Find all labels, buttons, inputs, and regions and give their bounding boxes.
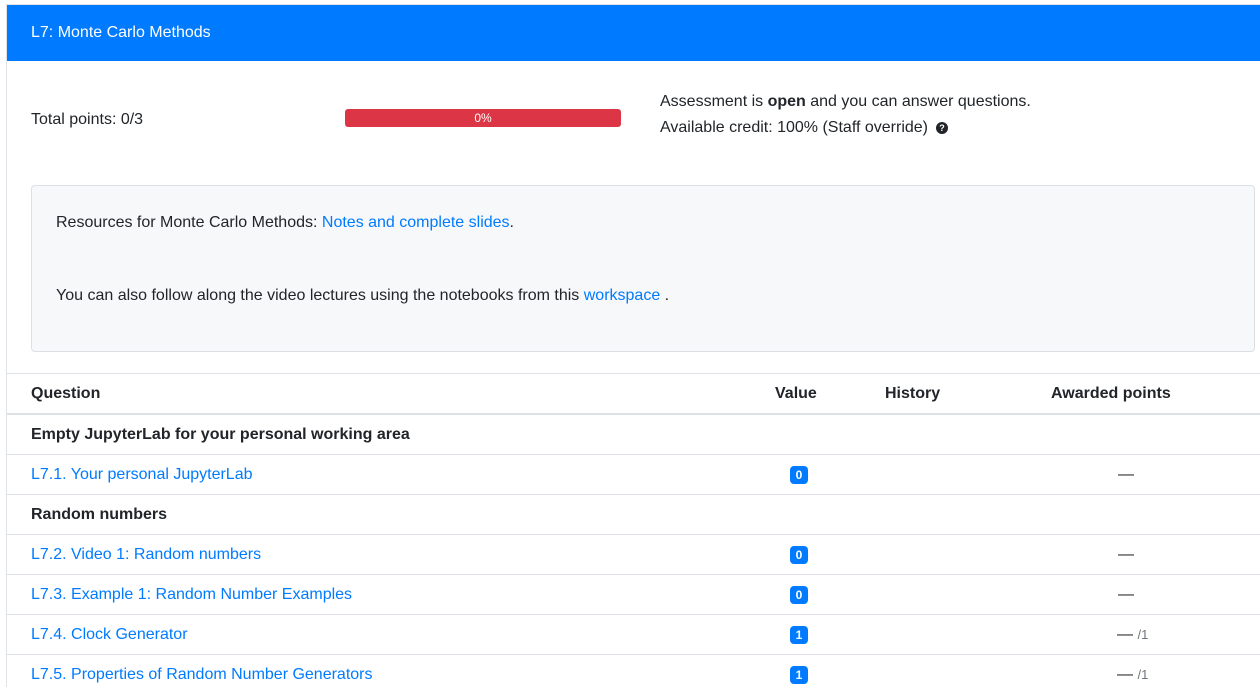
resources-line: Resources for Monte Carlo Methods: Notes…	[56, 214, 514, 232]
question-link[interactable]: L7.5. Properties of Random Number Genera…	[31, 666, 373, 684]
score-progress-bar: 0%	[345, 109, 621, 127]
workspace-link[interactable]: workspace	[584, 287, 660, 304]
status-prefix: Assessment is	[660, 93, 768, 110]
value-badge: 1	[790, 665, 808, 684]
resources-text: Resources for Monte Carlo Methods:	[56, 214, 322, 231]
open-status-line: Assessment is open and you can answer qu…	[660, 89, 1031, 115]
table-row: L7.3. Example 1: Random Number Examples 0…	[7, 574, 1260, 614]
group-title: Random numbers	[31, 505, 168, 523]
assessment-title: L7: Monte Carlo Methods	[31, 24, 211, 41]
table-group-row: Empty JupyterLab for your personal worki…	[7, 414, 1260, 454]
resources-box: Resources for Monte Carlo Methods: Notes…	[31, 185, 1255, 352]
question-link[interactable]: L7.3. Example 1: Random Number Examples	[31, 586, 352, 604]
awarded-points: — /1	[1117, 626, 1148, 644]
table-row: L7.1. Your personal JupyterLab 0 —	[7, 454, 1260, 494]
max-points: /1	[1137, 626, 1149, 642]
awarded-points: —	[1118, 466, 1134, 484]
assessment-card: L7: Monte Carlo Methods Total points: 0/…	[6, 4, 1260, 687]
questions-table: Question Value History Awarded points Em…	[7, 373, 1260, 687]
available-credit: Available credit: 100% (Staff override)	[660, 119, 928, 136]
card-header: L7: Monte Carlo Methods	[7, 5, 1260, 61]
value-badge: 1	[790, 625, 808, 644]
workspace-line: You can also follow along the video lect…	[56, 287, 669, 305]
awarded-value: —	[1117, 625, 1133, 643]
header-history: History	[885, 384, 941, 402]
assessment-summary: Total points: 0/3 0% Assessment is open …	[7, 61, 1260, 181]
awarded-value: —	[1118, 545, 1134, 563]
value-badge: 0	[790, 465, 808, 484]
status-open: open	[767, 93, 806, 110]
awarded-points: —	[1118, 586, 1134, 604]
value-badge: 0	[790, 585, 808, 604]
table-row: L7.5. Properties of Random Number Genera…	[7, 654, 1260, 687]
assessment-status: Assessment is open and you can answer qu…	[660, 89, 1031, 141]
resources-period: .	[509, 214, 514, 231]
table-body: Empty JupyterLab for your personal worki…	[7, 414, 1260, 687]
progress-label: 0%	[474, 111, 492, 125]
status-suffix: and you can answer questions.	[805, 93, 1031, 110]
awarded-value: —	[1117, 665, 1133, 683]
table-header-row: Question Value History Awarded points	[7, 373, 1260, 414]
workspace-period: .	[660, 287, 670, 304]
help-icon[interactable]: ?	[936, 122, 948, 134]
question-link[interactable]: L7.1. Your personal JupyterLab	[31, 466, 253, 484]
header-awarded-points: Awarded points	[1051, 384, 1171, 402]
question-link[interactable]: L7.2. Video 1: Random numbers	[31, 546, 261, 564]
awarded-value: —	[1118, 465, 1134, 483]
awarded-points: — /1	[1117, 666, 1148, 684]
total-points: Total points: 0/3	[31, 111, 144, 128]
notes-slides-link[interactable]: Notes and complete slides	[322, 214, 510, 231]
header-value: Value	[775, 384, 817, 402]
max-points: /1	[1137, 666, 1149, 682]
group-title: Empty JupyterLab for your personal worki…	[31, 425, 410, 443]
awarded-points: —	[1118, 546, 1134, 564]
question-link[interactable]: L7.4. Clock Generator	[31, 626, 188, 644]
workspace-text: You can also follow along the video lect…	[56, 287, 584, 304]
credit-line: Available credit: 100% (Staff override)?	[660, 115, 1031, 141]
table-row: L7.2. Video 1: Random numbers 0 —	[7, 534, 1260, 574]
table-group-row: Random numbers	[7, 494, 1260, 534]
header-question: Question	[31, 384, 101, 402]
value-badge: 0	[790, 545, 808, 564]
awarded-value: —	[1118, 585, 1134, 603]
table-row: L7.4. Clock Generator 1 — /1	[7, 614, 1260, 654]
